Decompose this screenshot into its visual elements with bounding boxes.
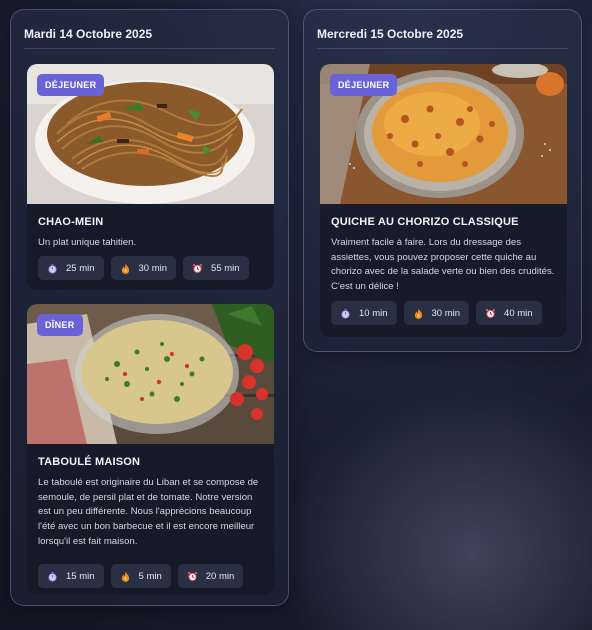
cook-time-value: 30 min [138,262,168,274]
day-column-mercredi: Mercredi 15 Octobre 2025 DÉJEUNER QUICHE… [303,9,582,352]
flame-icon [120,571,131,582]
stopwatch-icon [340,308,351,319]
alarm-clock-icon [192,263,203,274]
alarm-clock-icon [187,571,198,582]
prep-time-value: 25 min [66,262,95,274]
cook-time: 5 min [110,564,171,588]
prep-time-value: 10 min [359,307,388,319]
total-time: 40 min [476,301,542,325]
recipe-card-chao-mein[interactable]: DÉJEUNER CHAO-MEIN Un plat unique tahiti… [27,64,274,290]
recipe-times: 25 min 30 min 55 min [38,256,249,280]
recipe-times: 10 min 30 min 40 min [331,301,542,325]
meal-badge: DÉJEUNER [37,74,105,96]
prep-time: 25 min [38,256,104,280]
total-time-value: 55 min [211,262,240,274]
divider [24,48,275,49]
recipe-card-taboule[interactable]: DÎNER TABOULÉ MAISON Le taboulé est orig… [27,304,274,594]
prep-time: 10 min [331,301,397,325]
recipe-card-quiche[interactable]: DÉJEUNER QUICHE AU CHORIZO CLASSIQUE Vra… [320,64,567,337]
recipe-title: QUICHE AU CHORIZO CLASSIQUE [331,216,519,228]
cook-time-value: 30 min [431,307,461,319]
total-time: 55 min [183,256,249,280]
cook-time: 30 min [110,256,177,280]
cook-time: 30 min [403,301,470,325]
stopwatch-icon [47,263,58,274]
day-title: Mardi 14 Octobre 2025 [24,27,153,41]
flame-icon [120,263,131,274]
prep-time-value: 15 min [66,570,95,582]
cook-time-value: 5 min [138,570,162,582]
recipe-description: Un plat unique tahitien. [38,237,137,248]
recipe-title: TABOULÉ MAISON [38,456,141,468]
recipe-description: Vraiment facile à faire. Lors du dressag… [331,237,555,293]
divider [317,48,568,49]
meal-badge: DÎNER [37,314,83,336]
total-time: 20 min [177,564,244,588]
recipe-times: 15 min 5 min 20 min [38,564,244,588]
stopwatch-icon [47,571,58,582]
recipe-description: Le taboulé est originaire du Liban et se… [38,477,259,547]
alarm-clock-icon [485,308,496,319]
day-title: Mercredi 15 Octobre 2025 [317,27,464,41]
total-time-value: 20 min [205,570,235,582]
prep-time: 15 min [38,564,104,588]
recipe-title: CHAO-MEIN [38,216,104,228]
total-time-value: 40 min [504,307,533,319]
day-column-mardi: Mardi 14 Octobre 2025 DÉJEUNER CHAO-MEIN… [10,9,289,606]
flame-icon [413,308,424,319]
meal-badge: DÉJEUNER [330,74,398,96]
